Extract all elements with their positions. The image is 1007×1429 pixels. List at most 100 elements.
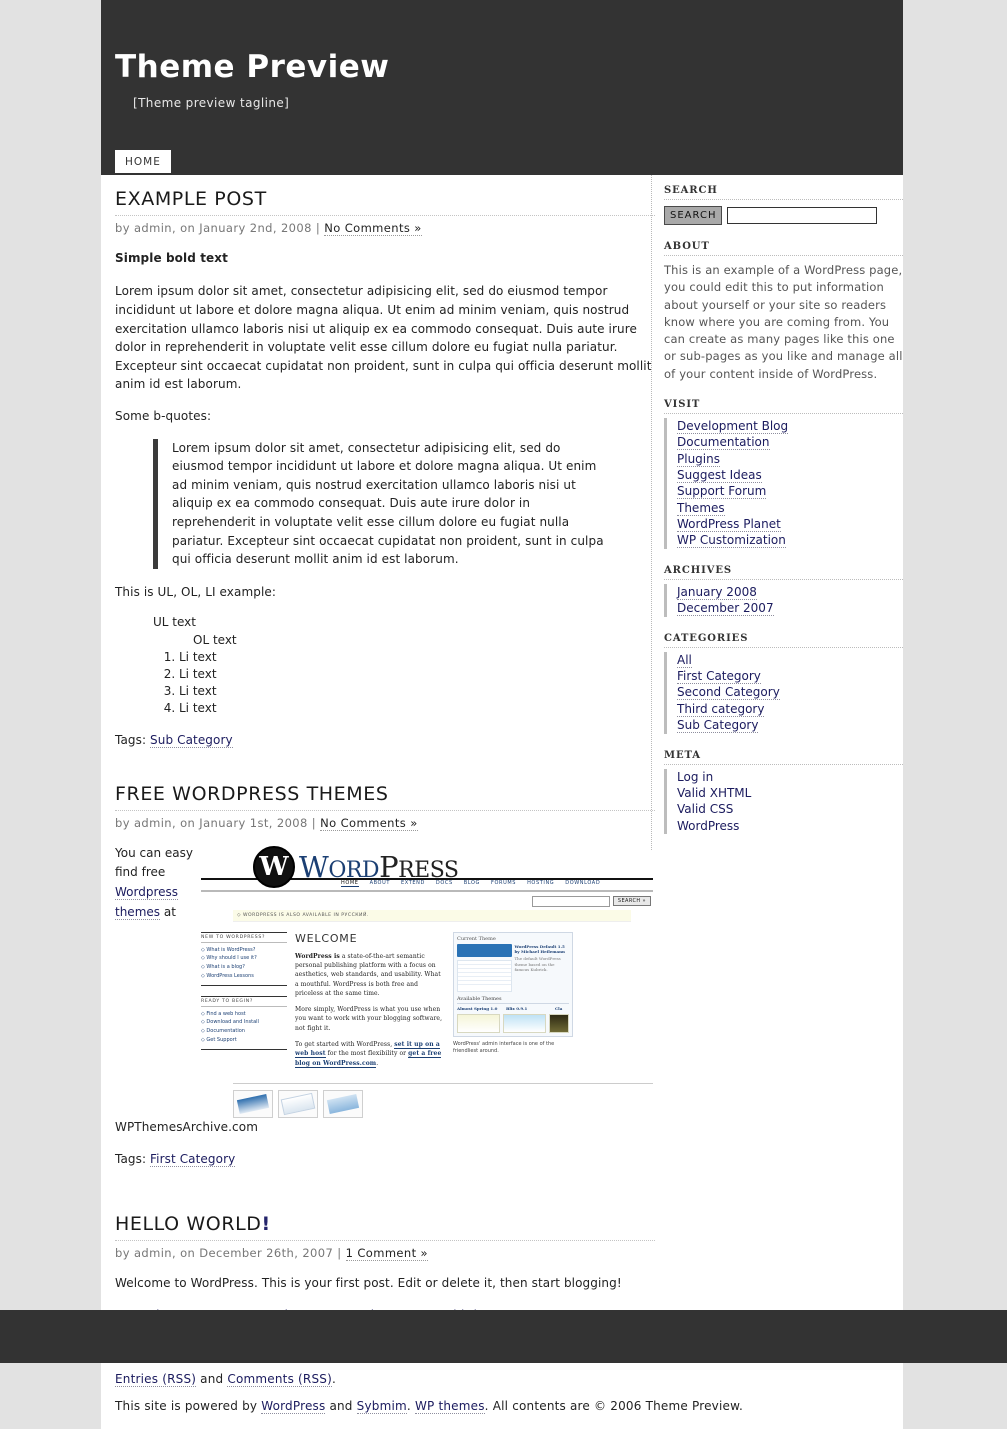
sidebar-link-themes[interactable]: Themes xyxy=(677,500,725,516)
wporg-nav: Home About Extend Docs Blog Forums Hosting Down… xyxy=(341,879,611,887)
wporg-heading-ready: Ready to begin? xyxy=(201,995,287,1007)
wporg-link[interactable]: ◇ What is WordPress? xyxy=(201,946,287,955)
wporg-link[interactable]: ◇ Find a web host xyxy=(201,1010,287,1019)
category-link-third-category[interactable]: Third category xyxy=(677,701,765,717)
meta-link-valid-xhtml[interactable]: Valid XHTML xyxy=(677,785,751,801)
wporg-nav-docs[interactable]: Docs xyxy=(436,880,453,886)
ul-text: UL text xyxy=(153,615,196,630)
nav-item-home[interactable]: Home xyxy=(115,150,171,173)
sybmim-link[interactable]: Sybmim xyxy=(356,1399,407,1415)
wporg-welcome-bold: WordPress is xyxy=(295,952,340,960)
wporg-search-input[interactable] xyxy=(531,895,610,907)
sidebar-link-wp-customization[interactable]: WP Customization xyxy=(677,532,786,549)
comments-rss-link[interactable]: Comments (RSS) xyxy=(227,1372,332,1388)
wporg-nav-hosting[interactable]: Hosting xyxy=(527,880,554,886)
footer-and: and xyxy=(196,1372,228,1387)
category-link-sub-category[interactable]: Sub Category xyxy=(677,717,759,734)
sidebar-link-plugins[interactable]: Plugins xyxy=(677,451,720,467)
wporg-nav-home[interactable]: Home xyxy=(341,879,359,887)
meta-link-wordpress[interactable]: WordPress xyxy=(677,818,739,834)
wporg-nav-about[interactable]: About xyxy=(370,880,390,886)
link-label: Themes xyxy=(677,500,725,516)
list-item: December 2007 xyxy=(677,600,903,617)
wporg-language-notice: ◇ WORDPRESS IS ALSO AVAILABLE IN РУССКИЙ… xyxy=(233,909,631,922)
list-item: Development Blog xyxy=(677,418,903,434)
wporg-left-column: New to WordPress? ◇ What is WordPress? ◇… xyxy=(201,931,287,1075)
wporg-welcome-column: Welcome WordPress is a state-of-the-art … xyxy=(295,932,445,1075)
link-label: Third category xyxy=(677,701,765,717)
widget-visit: Visit Development Blog Documentation Plu… xyxy=(664,399,903,549)
post-comments-link[interactable]: No Comments » xyxy=(320,815,418,831)
wporg-link[interactable]: ◇ Documentation xyxy=(201,1027,287,1036)
link-label: Support Forum xyxy=(677,484,767,500)
p3-a: To get started with WordPress, xyxy=(295,1041,395,1049)
wporg-welcome-p1: WordPress is a state-of-the-art semantic… xyxy=(295,952,445,998)
wporg-search-button[interactable]: SEARCH » xyxy=(612,896,651,907)
wp-themes-link[interactable]: WP themes xyxy=(414,1399,485,1415)
archives-list: January 2008 December 2007 xyxy=(664,583,903,617)
site-footer: Entries (RSS) and Comments (RSS). This s… xyxy=(101,1358,903,1429)
sidebar-link-suggest-ideas[interactable]: Suggest Ideas xyxy=(677,467,762,483)
categories-list: All First Category Second Category Third… xyxy=(664,651,903,734)
link-label: Log in xyxy=(677,769,714,784)
post-blockquote: Lorem ipsum dolor sit amet, consectetur … xyxy=(153,438,655,569)
meta-link-valid-css[interactable]: Valid CSS xyxy=(677,801,733,817)
wporg-link[interactable]: ◇ Why should I use it? xyxy=(201,954,287,963)
wporg-link[interactable]: ◇ What is a blog? xyxy=(201,963,287,972)
post-bold-lead: Simple bold text xyxy=(115,250,228,265)
archive-link-january-2008[interactable]: January 2008 xyxy=(677,584,757,600)
widget-search: Search SEARCH xyxy=(664,185,903,225)
sidebar-link-documentation[interactable]: Documentation xyxy=(677,434,770,451)
wporg-link[interactable]: ◇ WordPress Lessons xyxy=(201,972,287,981)
list-item: Log in xyxy=(677,769,903,785)
category-link-all[interactable]: All xyxy=(677,652,692,668)
content-columns: Example Post by admin, on January 2nd, 2… xyxy=(101,175,903,1325)
search-button[interactable]: SEARCH xyxy=(664,206,723,225)
wporg-nav-extend[interactable]: Extend xyxy=(401,880,425,886)
archive-link-december-2007[interactable]: December 2007 xyxy=(677,600,774,617)
wporg-nav-download[interactable]: Download xyxy=(565,880,600,886)
tag-link[interactable]: Sub Category xyxy=(150,733,233,749)
sidebar-link-development-blog[interactable]: Development Blog xyxy=(677,418,789,434)
available-themes-label: Available Themes xyxy=(457,996,569,1004)
list-item: Li text xyxy=(179,700,655,717)
post-hello-world: Hello world! by admin, on December 26th,… xyxy=(115,1213,655,1324)
ol-text: OL text xyxy=(193,632,237,647)
page-left-margin xyxy=(0,0,101,1310)
wordpress-link[interactable]: WordPress xyxy=(261,1399,326,1415)
entries-rss-link[interactable]: Entries (RSS) xyxy=(115,1372,197,1388)
promo-card xyxy=(233,1089,273,1118)
link-label: Suggest Ideas xyxy=(677,467,762,483)
link-label: Second Category xyxy=(677,685,780,701)
tags-label: Tags: xyxy=(115,733,147,748)
list-item: First Category xyxy=(677,668,903,685)
category-link-first-category[interactable]: First Category xyxy=(677,668,761,685)
promo-card xyxy=(278,1089,318,1118)
wporg-nav-forums[interactable]: Forums xyxy=(491,880,516,886)
wordpress-wordmark: WORDPRESS xyxy=(299,850,459,884)
main-content: Example Post by admin, on January 2nd, 2… xyxy=(101,175,655,1324)
post-comments-link[interactable]: 1 Comment » xyxy=(345,1245,428,1261)
wordpress-org-screenshot: W WORDPRESS Home About Extend Docs Blog Forum… xyxy=(201,843,653,1118)
link-label: Sub Category xyxy=(677,718,759,734)
link-label: Valid CSS xyxy=(677,802,734,817)
sidebar-link-wordpress-planet[interactable]: WordPress Planet xyxy=(677,516,781,533)
post-byline: by admin, on December 26th, 2007 | xyxy=(115,1245,342,1260)
post-comments-link[interactable]: No Comments » xyxy=(324,220,422,236)
wporg-nav-blog[interactable]: Blog xyxy=(464,880,480,886)
list-item: Li text xyxy=(179,649,655,666)
sidebar-link-support-forum[interactable]: Support Forum xyxy=(677,483,767,500)
tag-link[interactable]: First Category xyxy=(150,1151,236,1167)
widget-heading-search: Search xyxy=(664,185,903,200)
category-link-second-category[interactable]: Second Category xyxy=(677,684,780,701)
list-item: Second Category xyxy=(677,684,903,701)
theme-thumb xyxy=(457,1013,500,1033)
theme-name: WordPress Default 1.5 by Michael Heilema… xyxy=(514,943,565,954)
post-meta: by admin, on January 1st, 2008 | No Comm… xyxy=(115,815,655,831)
wporg-page: W WORDPRESS Home About Extend Docs Blog Forum… xyxy=(201,843,653,1118)
search-input[interactable] xyxy=(727,207,878,224)
tags-label: Tags: xyxy=(115,1151,147,1166)
wporg-link[interactable]: ◇ Get Support xyxy=(201,1036,287,1045)
wporg-link[interactable]: ◇ Download and Install xyxy=(201,1018,287,1027)
meta-link-login[interactable]: Log in xyxy=(677,769,713,785)
